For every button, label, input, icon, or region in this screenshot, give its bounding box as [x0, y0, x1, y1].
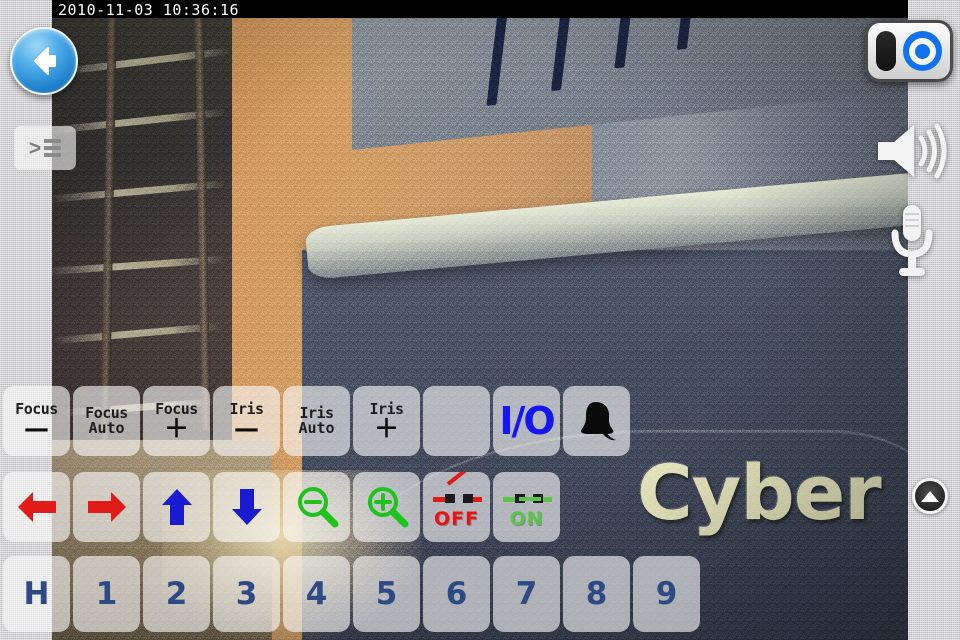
arrow-right-icon [87, 492, 126, 522]
zoom-in-button[interactable] [353, 472, 420, 542]
chevron-right-icon: > [28, 136, 42, 160]
zoom-in-icon [367, 487, 408, 528]
focus-far-button[interactable]: Focus ＋ [143, 386, 210, 456]
arrow-left-icon [34, 47, 56, 75]
preset-button-1[interactable]: 1 [73, 556, 140, 632]
arrow-down-icon [231, 489, 262, 525]
microphone-button[interactable] [886, 202, 938, 280]
io-label: I/O [499, 399, 555, 443]
video-vignette [52, 0, 908, 640]
tilt-down-button[interactable] [213, 472, 280, 542]
video-stream[interactable]: Cyber [52, 0, 908, 640]
collapse-panel-button[interactable] [912, 478, 948, 514]
preset-button-9[interactable]: 9 [633, 556, 700, 632]
preset-button-5[interactable]: 5 [353, 556, 420, 632]
preset-button-4[interactable]: 4 [283, 556, 350, 632]
alarm-bell-button[interactable] [563, 386, 630, 456]
preset-row: H 1 2 3 4 5 6 7 8 9 [3, 556, 700, 632]
microphone-icon [891, 205, 933, 276]
back-button[interactable] [10, 27, 78, 95]
camera-grip-icon [876, 31, 896, 71]
pan-left-button[interactable] [3, 472, 70, 542]
zoom-out-button[interactable] [283, 472, 350, 542]
speaker-button[interactable] [874, 120, 948, 182]
zoom-out-icon [297, 487, 338, 528]
tilt-up-button[interactable] [143, 472, 210, 542]
preset-button-home[interactable]: H [3, 556, 70, 632]
focus-auto-button[interactable]: Focus Auto [73, 386, 140, 456]
arrow-left-icon [17, 492, 56, 522]
timestamp-text: 2010-11-03 10:36:16 [58, 1, 240, 19]
iris-open-button[interactable]: Iris ＋ [353, 386, 420, 456]
iris-auto-button[interactable]: Iris Auto [283, 386, 350, 456]
preset-button-3[interactable]: 3 [213, 556, 280, 632]
pan-tilt-zoom-row: OFF ON [3, 472, 560, 542]
focus-iris-control-row: Focus — Focus Auto Focus ＋ Iris — Iris A… [3, 386, 630, 456]
camera-lens-icon [902, 31, 942, 71]
pan-right-button[interactable] [73, 472, 140, 542]
switch-off-icon: OFF [432, 472, 482, 529]
preset-button-2[interactable]: 2 [143, 556, 210, 632]
bell-icon [580, 402, 616, 441]
relay-on-button[interactable]: ON [493, 472, 560, 542]
list-lines-icon [44, 139, 62, 157]
arrow-up-icon [161, 489, 192, 525]
preset-button-6[interactable]: 6 [423, 556, 490, 632]
relay-off-button[interactable]: OFF [423, 472, 490, 542]
iris-close-button[interactable]: Iris — [213, 386, 280, 456]
preset-button-8[interactable]: 8 [563, 556, 630, 632]
switch-on-icon: ON [502, 486, 552, 529]
speaker-icon [878, 123, 947, 179]
camera-app-window: Cyber 2010-11-03 10:36:16 > [0, 0, 960, 640]
preset-button-7[interactable]: 7 [493, 556, 560, 632]
panel-toggle-button[interactable]: > [14, 126, 76, 170]
focus-near-button[interactable]: Focus — [3, 386, 70, 456]
light-toggle-button[interactable] [423, 386, 490, 456]
snapshot-button[interactable] [865, 20, 953, 82]
triangle-up-icon [921, 490, 939, 502]
io-control-button[interactable]: I/O [493, 386, 560, 456]
